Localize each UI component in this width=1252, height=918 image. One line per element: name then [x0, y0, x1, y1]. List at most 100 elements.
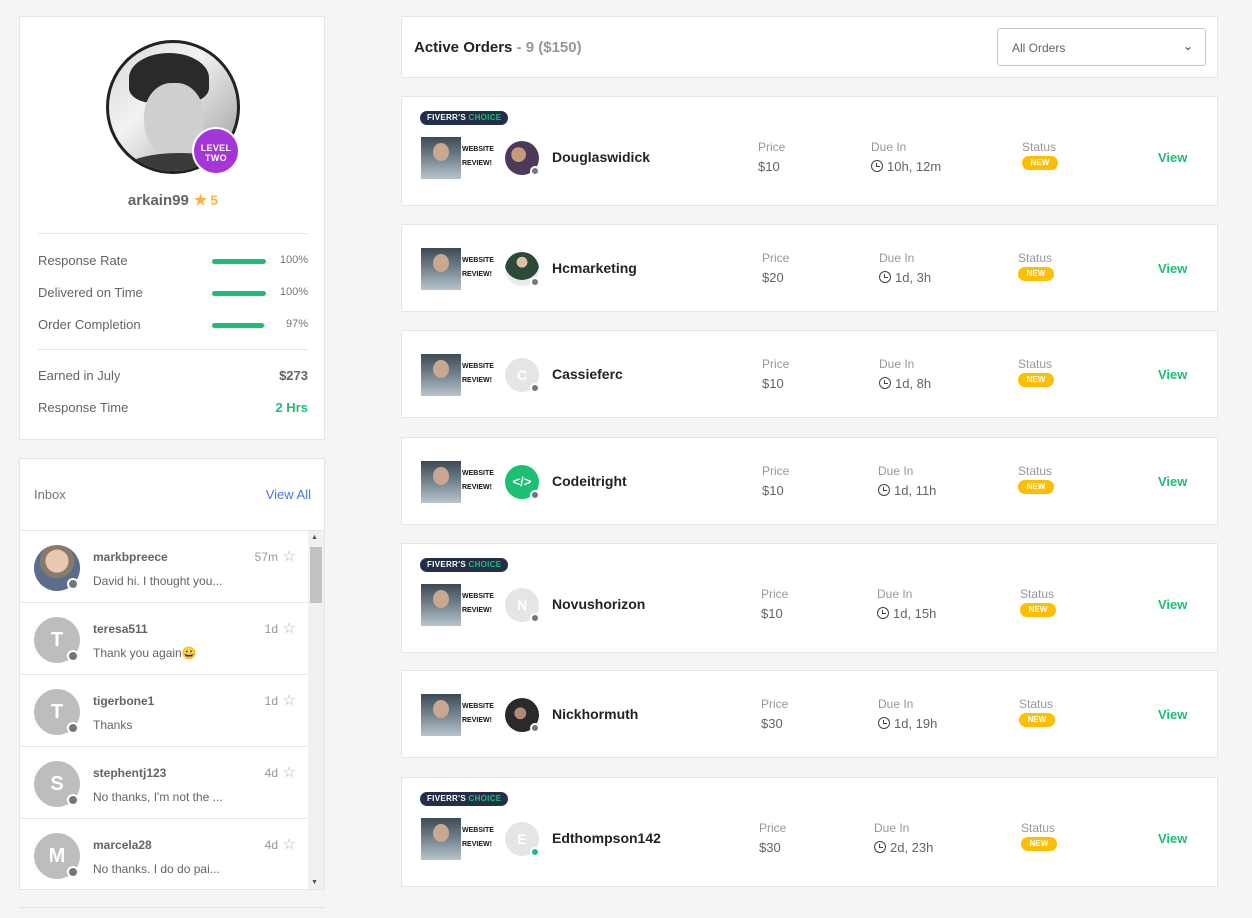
buyer-name[interactable]: Edthompson142	[552, 830, 661, 846]
buyer-name[interactable]: Codeitright	[552, 473, 627, 489]
status-badge: NEW	[1022, 156, 1058, 170]
status-label: Status	[1022, 140, 1057, 154]
clock-icon	[878, 484, 890, 496]
view-order-link[interactable]: View	[1158, 831, 1187, 846]
stat-delivered-on-time: Delivered on Time 100%	[38, 285, 308, 300]
scroll-down-icon[interactable]: ▼	[311, 879, 318, 886]
offline-status-dot	[67, 794, 79, 806]
buyer-name[interactable]: Hcmarketing	[552, 260, 637, 276]
view-order-link[interactable]: View	[1158, 367, 1187, 382]
gig-thumbnail[interactable]: WEBSITE REVIEW!	[421, 137, 494, 179]
message-sender: tigerbone1	[93, 694, 155, 708]
price-value: $30	[759, 840, 781, 855]
price-value: $10	[762, 483, 784, 498]
message-preview: No thanks, I'm not the ...	[93, 790, 223, 804]
gig-thumbnail[interactable]: WEBSITE REVIEW!	[421, 248, 494, 290]
message-preview: Thank you again😀	[93, 646, 197, 660]
stat-order-completion: Order Completion 97%	[38, 317, 308, 332]
due-label: Due In	[878, 697, 914, 711]
status-badge: NEW	[1018, 480, 1054, 494]
status-badge: NEW	[1020, 603, 1056, 617]
inbox-message[interactable]: markbpreece 57m ☆ David hi. I thought yo…	[20, 531, 308, 603]
price-value: $10	[758, 159, 780, 174]
filter-value: All Orders	[1012, 41, 1066, 55]
buyer-avatar: </>	[505, 465, 540, 500]
gig-thumbnail[interactable]: WEBSITE REVIEW!	[421, 694, 494, 736]
star-outline-icon[interactable]: ☆	[283, 835, 296, 853]
order-card[interactable]: FIVERR'S CHOICE WEBSITE REVIEW! E Edthompson…	[401, 777, 1218, 887]
stat-percent: 100%	[279, 286, 308, 298]
username-row: arkain99 ★ 5	[20, 191, 326, 209]
gig-thumbnail[interactable]: WEBSITE REVIEW!	[421, 818, 494, 860]
view-order-link[interactable]: View	[1158, 150, 1187, 165]
scrollbar-thumb[interactable]	[310, 547, 322, 603]
due-label: Due In	[879, 357, 915, 371]
offline-status-dot	[530, 490, 540, 500]
earned-label: Earned in July	[38, 368, 121, 383]
orders-filter-dropdown[interactable]: All Orders ⌄	[997, 28, 1206, 66]
divider	[19, 907, 325, 908]
inbox-message[interactable]: S stephentj123 4d ☆ No thanks, I'm not t…	[20, 747, 308, 819]
star-outline-icon[interactable]: ☆	[283, 547, 296, 565]
due-label: Due In	[871, 140, 907, 154]
view-all-link[interactable]: View All	[266, 487, 311, 502]
due-value: 1d, 11h	[878, 483, 936, 498]
status-badge: NEW	[1018, 267, 1054, 281]
earned-value: $273	[279, 368, 308, 383]
clock-icon	[878, 717, 890, 729]
inbox-message[interactable]: T teresa511 1d ☆ Thank you again😀	[20, 603, 308, 675]
scroll-up-icon[interactable]: ▲	[311, 534, 318, 541]
status-label: Status	[1021, 821, 1056, 835]
offline-status-dot	[67, 578, 79, 590]
stat-label: Order Completion	[38, 317, 141, 332]
order-card[interactable]: WEBSITE REVIEW! C Cassieferc Price $10 Due In 1…	[401, 330, 1218, 418]
offline-status-dot	[530, 723, 540, 733]
response-time-row: Response Time 2 Hrs	[38, 400, 308, 415]
buyer-avatar: E	[505, 822, 540, 857]
order-card[interactable]: WEBSITE REVIEW! Nickhormuth Price $30 Due In 1…	[401, 670, 1218, 758]
status-label: Status	[1018, 357, 1053, 371]
order-card[interactable]: WEBSITE REVIEW! Hcmarketing Price $20 Due In 1…	[401, 224, 1218, 312]
view-order-link[interactable]: View	[1158, 707, 1187, 722]
offline-status-dot	[67, 722, 79, 734]
view-order-link[interactable]: View	[1158, 474, 1187, 489]
message-sender: markbpreece	[93, 550, 168, 564]
response-time-label: Response Time	[38, 400, 129, 415]
progress-bar	[212, 323, 266, 328]
price-label: Price	[761, 587, 789, 601]
inbox-message[interactable]: T tigerbone1 1d ☆ Thanks	[20, 675, 308, 747]
star-outline-icon[interactable]: ☆	[283, 691, 296, 709]
buyer-name[interactable]: Nickhormuth	[552, 706, 638, 722]
fiverrs-choice-badge: FIVERR'S CHOICE	[420, 792, 509, 806]
inbox-message[interactable]: M marcela28 4d ☆ No thanks. I do do pai.…	[20, 819, 308, 891]
order-card[interactable]: FIVERR'S CHOICE WEBSITE REVIEW! N Novushoriz…	[401, 543, 1218, 653]
order-card[interactable]: WEBSITE REVIEW! </> Codeitright Price $10 Due …	[401, 437, 1218, 525]
level-badge: LEVEL TWO	[192, 127, 240, 175]
buyer-name[interactable]: Novushorizon	[552, 596, 645, 612]
inbox-scrollbar[interactable]: ▲ ▼	[308, 531, 324, 889]
due-value: 1d, 15h	[877, 606, 936, 621]
response-time-value: 2 Hrs	[275, 400, 308, 415]
seller-rating: 5	[210, 192, 219, 208]
order-card[interactable]: FIVERR'S CHOICE WEBSITE REVIEW! Douglaswidi…	[401, 96, 1218, 206]
view-order-link[interactable]: View	[1158, 597, 1187, 612]
star-outline-icon[interactable]: ☆	[283, 619, 296, 637]
buyer-name[interactable]: Douglaswidick	[552, 149, 650, 165]
price-label: Price	[758, 140, 786, 154]
gig-thumbnail[interactable]: WEBSITE REVIEW!	[421, 461, 494, 503]
view-order-link[interactable]: View	[1158, 261, 1187, 276]
buyer-name[interactable]: Cassieferc	[552, 366, 623, 382]
offline-status-dot	[530, 383, 540, 393]
online-status-dot	[530, 847, 540, 857]
gig-thumbnail[interactable]: WEBSITE REVIEW!	[421, 354, 494, 396]
gig-thumbnail[interactable]: WEBSITE REVIEW!	[421, 584, 494, 626]
stat-label: Delivered on Time	[38, 285, 143, 300]
star-outline-icon[interactable]: ☆	[283, 763, 296, 781]
fiverrs-choice-badge: FIVERR'S CHOICE	[420, 111, 509, 125]
username[interactable]: arkain99	[128, 192, 189, 209]
star-icon: ★	[193, 192, 208, 209]
offline-status-dot	[67, 650, 79, 662]
message-time: 1d	[264, 622, 278, 636]
clock-icon	[877, 607, 889, 619]
price-label: Price	[762, 251, 790, 265]
